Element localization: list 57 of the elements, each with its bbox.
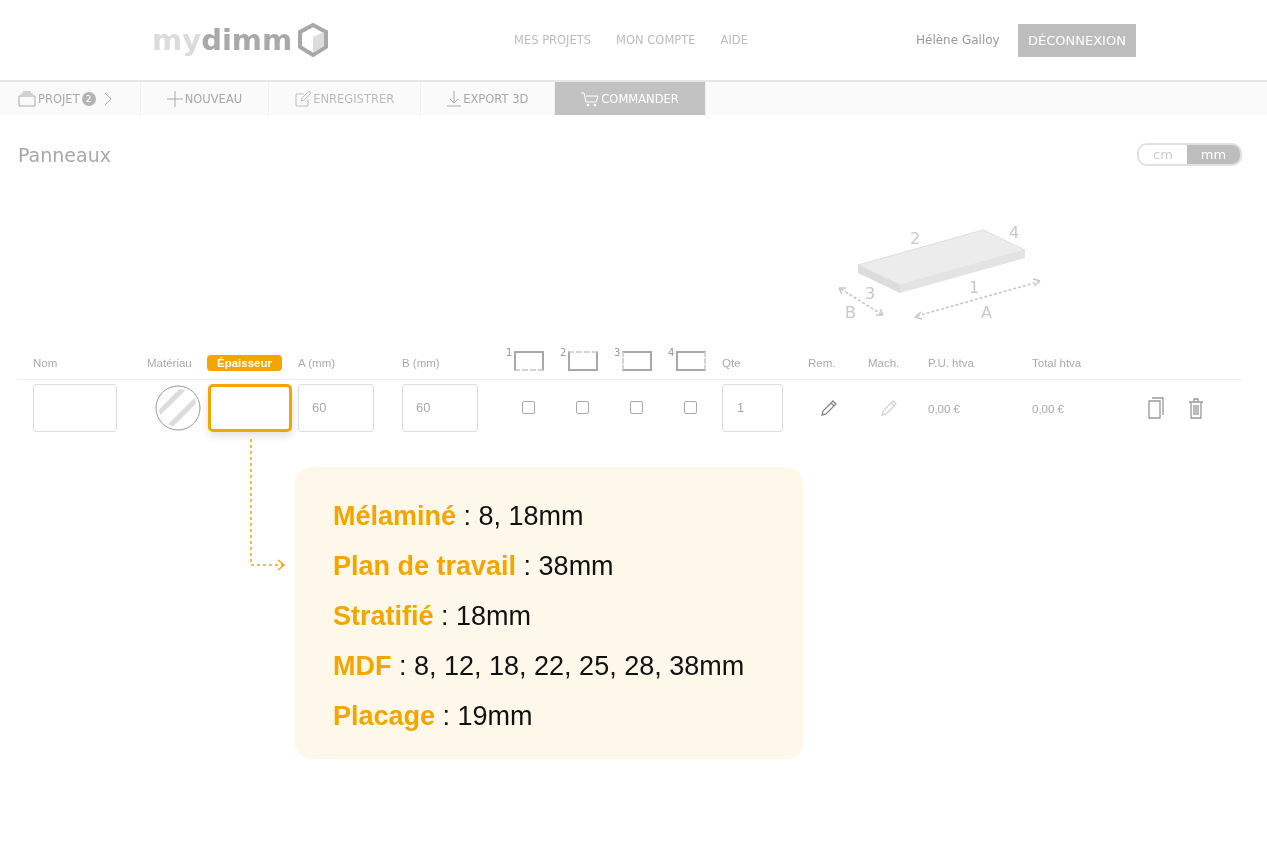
edge-checkbox[interactable]: [522, 401, 535, 414]
edge-icon: [514, 351, 545, 371]
copy-icon[interactable]: [1148, 396, 1164, 419]
name-field[interactable]: [33, 383, 117, 432]
toolbar-button[interactable]: PROJET 2: [0, 82, 141, 115]
nav-link[interactable]: AIDE: [720, 33, 748, 47]
cube-icon: [298, 23, 329, 57]
cart-icon: [581, 90, 600, 107]
width-field[interactable]: 60: [402, 383, 478, 432]
thickness-info: Plan de travail : 38mm: [333, 550, 615, 583]
unit-price: 0,00 €: [928, 403, 960, 415]
thickness-info: MDF : 8, 12, 18, 22, 25, 28, 38mm: [333, 650, 746, 683]
unit-option[interactable]: mm: [1187, 145, 1240, 164]
toolbar-button[interactable]: COMMANDER: [555, 82, 706, 115]
thickness-field[interactable]: [208, 383, 292, 432]
column-header: P.U. htva: [928, 356, 974, 369]
column-header: Matériau: [147, 356, 192, 369]
total-price: 0,00 €: [1032, 403, 1064, 415]
edge-number: 2: [560, 347, 567, 358]
quantity-field[interactable]: 1: [722, 383, 783, 432]
thickness-info: Mélaminé : 8, 18mm: [333, 500, 585, 533]
material-swatch[interactable]: [155, 384, 201, 431]
count-badge: 2: [81, 91, 96, 106]
column-badge: Épaisseur: [207, 354, 282, 371]
trash-icon[interactable]: [1188, 396, 1204, 419]
length-field[interactable]: 60: [298, 383, 374, 432]
column-header: B (mm): [402, 356, 440, 369]
nav-link[interactable]: MES PROJETS: [514, 33, 592, 47]
nav-link[interactable]: MON COMPTE: [616, 33, 696, 47]
column-header: Mach.: [868, 356, 900, 369]
edge-icon: [622, 351, 653, 371]
edge-icon: [676, 351, 707, 371]
edge-checkbox[interactable]: [684, 401, 697, 414]
column-header: Qte: [722, 356, 741, 369]
edge-checkbox[interactable]: [576, 401, 589, 414]
chevron-icon: [103, 91, 112, 106]
folder-icon: [18, 90, 36, 107]
edge-icon: [568, 351, 599, 371]
page-title: Panneaux: [18, 143, 111, 166]
thickness-info: Stratifié : 18mm: [333, 600, 533, 633]
plus-icon: [166, 90, 183, 107]
user-name: Hélène Galloy: [916, 33, 1001, 47]
column-header: Nom: [33, 356, 58, 369]
column-header: Total htva: [1032, 356, 1082, 369]
edge-checkbox[interactable]: [630, 401, 643, 414]
thickness-info: Placage : 19mm: [333, 700, 534, 733]
logout-button[interactable]: DÉCONNEXION: [1018, 23, 1136, 57]
edge-number: 3: [614, 347, 621, 358]
edit-icon: [295, 90, 312, 107]
pencil-icon[interactable]: [820, 398, 838, 417]
column-header: A (mm): [298, 356, 336, 369]
toolbar-button[interactable]: NOUVEAU: [140, 82, 270, 115]
column-header: Rem.: [808, 356, 836, 369]
dimension-arrow: [838, 287, 884, 316]
edge-number: 4: [668, 347, 675, 358]
download-icon: [447, 90, 462, 107]
edge-number: 1: [506, 347, 513, 358]
